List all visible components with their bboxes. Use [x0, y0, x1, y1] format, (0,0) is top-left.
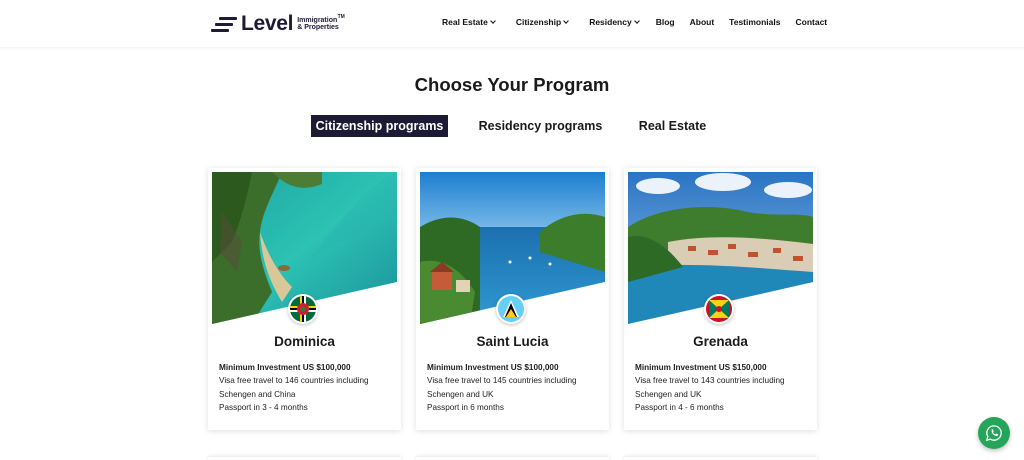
nav-citizenship[interactable]: Citizenship	[515, 17, 570, 27]
passport-time: Passport in 6 months	[427, 403, 504, 413]
nav-testimonials[interactable]: Testimonials	[729, 17, 780, 27]
section-title: Choose Your Program	[414, 74, 610, 95]
nav-contact[interactable]: Contact	[795, 17, 827, 27]
nav-about[interactable]: About	[690, 17, 715, 27]
program-card-saint-lucia[interactable]: Saint Lucia Minimum Investment US $100,0…	[416, 168, 609, 430]
nav-real-estate-label: Real Estate	[442, 17, 488, 27]
visa-free-info: Visa free travel to 146 countries includ…	[219, 376, 369, 399]
passport-time: Passport in 3 - 4 months	[219, 403, 308, 413]
min-investment: Minimum Investment US $100,000	[427, 363, 559, 372]
visa-free-info: Visa free travel to 143 countries includ…	[635, 376, 785, 399]
whatsapp-chat-button[interactable]	[978, 417, 1010, 449]
card-country-name: Saint Lucia	[476, 334, 549, 349]
card-country-name: Dominica	[274, 334, 335, 349]
card-country-name: Grenada	[693, 334, 748, 349]
card-details: Minimum Investment US $100,000 Visa free…	[427, 361, 603, 415]
logo-wordmark: Level	[241, 12, 294, 35]
program-card-dominica[interactable]: Dominica Minimum Investment US $100,000 …	[208, 168, 401, 430]
level-logo[interactable]: Level Immigration & Properties TM	[211, 12, 345, 35]
card-details: Minimum Investment US $150,000 Visa free…	[635, 361, 811, 415]
logo-subtitle-line1: Immigration	[297, 16, 338, 24]
logo-subtitle-line2: & Properties	[297, 24, 339, 31]
nav-citizenship-label: Citizenship	[515, 17, 562, 27]
logo-trademark: TM	[337, 13, 345, 20]
main-nav: Real Estate Citizenship Residency Blog A…	[442, 17, 827, 27]
nav-residency[interactable]: Residency	[589, 17, 640, 27]
chevron-down-icon	[563, 18, 570, 24]
visa-free-info: Visa free travel to 145 countries includ…	[427, 376, 577, 399]
min-investment: Minimum Investment US $100,000	[219, 363, 351, 372]
nav-residency-label: Residency	[589, 17, 632, 27]
program-card-grenada[interactable]: Grenada Minimum Investment US $150,000 V…	[624, 168, 817, 430]
passport-time: Passport in 4 - 6 months	[635, 403, 724, 413]
tab-citizenship-programs[interactable]: Citizenship programs	[311, 115, 448, 137]
grenada-flag-icon	[704, 294, 734, 324]
logo-mark-icon	[211, 15, 237, 33]
tab-residency-programs[interactable]: Residency programs	[474, 115, 607, 137]
tab-real-estate[interactable]: Real Estate	[633, 115, 712, 137]
nav-real-estate[interactable]: Real Estate	[442, 17, 496, 27]
logo-subtitle: Immigration & Properties TM	[297, 14, 345, 32]
chevron-down-icon	[633, 18, 640, 24]
card-details: Minimum Investment US $100,000 Visa free…	[219, 361, 395, 415]
site-header: Level Immigration & Properties TM Real E…	[0, 0, 1024, 47]
whatsapp-icon	[985, 425, 1002, 442]
chevron-down-icon	[490, 18, 496, 24]
saint-lucia-flag-icon	[496, 294, 526, 324]
nav-blog[interactable]: Blog	[656, 17, 675, 27]
min-investment: Minimum Investment US $150,000	[635, 363, 767, 372]
dominica-flag-icon	[288, 294, 318, 324]
